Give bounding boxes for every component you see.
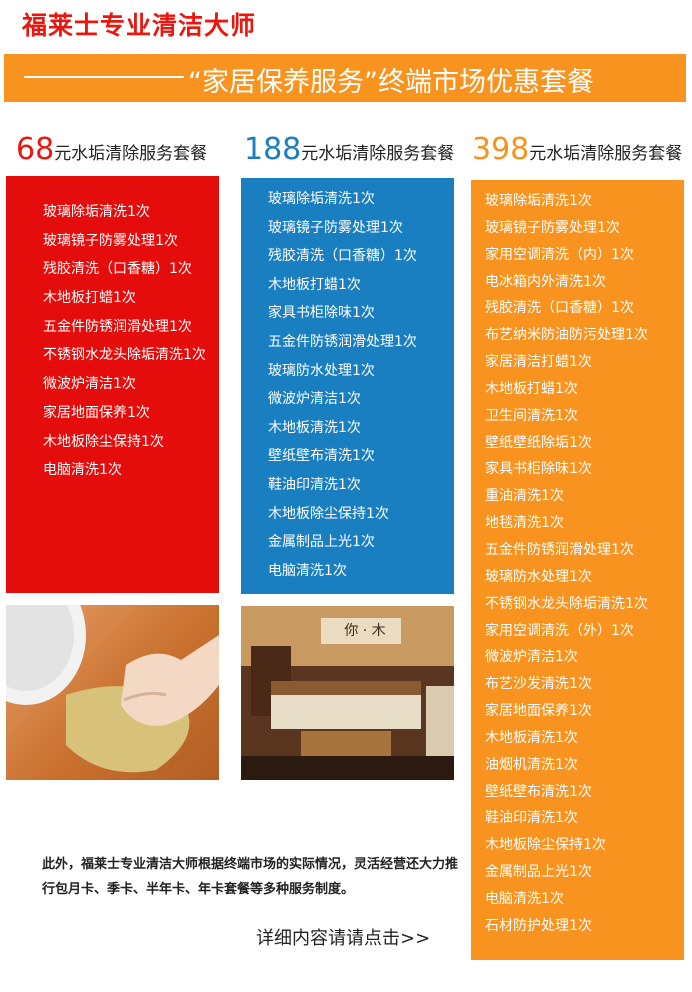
service-item: 木地板打蜡1次 bbox=[485, 380, 578, 397]
service-item: 木地板打蜡1次 bbox=[43, 290, 136, 307]
service-item: 壁纸壁布清洗1次 bbox=[485, 783, 592, 800]
service-item: 五金件防锈润滑处理1次 bbox=[268, 333, 417, 350]
service-item: 五金件防锈润滑处理1次 bbox=[43, 318, 192, 335]
banner-title: “家居保养服务”终端市场优惠套餐 bbox=[188, 67, 594, 98]
service-item: 玻璃镜子防雾处理1次 bbox=[485, 219, 620, 236]
package-price: 68 bbox=[16, 132, 55, 167]
brand-title: 福莱士专业清洁大师 bbox=[22, 11, 257, 40]
package-price: 398 bbox=[472, 132, 530, 167]
service-item: 电脑清洗1次 bbox=[485, 890, 564, 907]
service-item: 玻璃除垢清洗1次 bbox=[485, 193, 592, 209]
service-item: 壁纸壁布清洗1次 bbox=[268, 448, 375, 465]
service-item: 家用空调清洗（内）1次 bbox=[485, 246, 634, 263]
package-188-list: 玻璃除垢清洗1次玻璃镜子防雾处理1次 残胶清洗（口香糖）1次 木地板打蜡1次 家具书柜… bbox=[241, 178, 454, 594]
service-item: 电脑清洗1次 bbox=[43, 462, 122, 479]
footer-note: 此外，福莱士专业清洁大师根据终端市场的实际情况，灵活经营还大力推行包月卡、季卡、… bbox=[42, 857, 459, 897]
service-item: 微波炉清洁1次 bbox=[268, 391, 361, 408]
service-item: 玻璃除垢清洗1次 bbox=[268, 191, 375, 207]
package-price: 188 bbox=[244, 132, 302, 167]
service-item: 家用空调清洗（外）1次 bbox=[485, 622, 634, 639]
service-item: 玻璃除垢清洗1次 bbox=[43, 204, 150, 220]
service-item: 鞋油印清洗1次 bbox=[268, 476, 361, 493]
package-label: 元水垢清除服务套餐 bbox=[529, 144, 683, 164]
service-item: 残胶清洗（口香糖）1次 bbox=[43, 261, 192, 278]
service-item: 家具书柜除味1次 bbox=[485, 461, 592, 478]
service-item: 不锈钢水龙头除垢清洗1次 bbox=[43, 347, 206, 364]
service-item: 石材防护处理1次 bbox=[485, 917, 592, 934]
service-item: 重油清洗1次 bbox=[485, 488, 564, 505]
package-68-list: 玻璃除垢清洗1次玻璃镜子防雾处理1次 残胶清洗（口香糖）1次 木地板打蜡1次五金件防… bbox=[6, 176, 219, 593]
service-item: 布艺纳米防油防污处理1次 bbox=[485, 327, 648, 344]
service-item: 玻璃防水处理1次 bbox=[268, 362, 375, 379]
service-item: 残胶清洗（口香糖）1次 bbox=[485, 300, 634, 317]
service-item: 木地板除尘保持1次 bbox=[43, 433, 164, 450]
service-item: 残胶清洗（口香糖）1次 bbox=[268, 248, 417, 265]
package-188-heading: 188元水垢清除服务套餐 bbox=[244, 132, 454, 167]
service-item: 木地板除尘保持1次 bbox=[485, 837, 606, 854]
package-label: 元水垢清除服务套餐 bbox=[54, 144, 208, 164]
header-banner: “家居保养服务”终端市场优惠套餐 bbox=[4, 54, 686, 102]
service-item: 油烟机清洗1次 bbox=[485, 756, 578, 773]
service-item: 家居地面保养1次 bbox=[485, 703, 592, 720]
service-item: 不锈钢水龙头除垢清洗1次 bbox=[485, 595, 648, 612]
service-item: 家居清洁打蜡1次 bbox=[485, 354, 592, 371]
service-item: 木地板打蜡1次 bbox=[268, 276, 361, 293]
service-item: 木地板清洗1次 bbox=[485, 729, 578, 746]
service-item: 电冰箱内外清洗1次 bbox=[485, 273, 606, 290]
wall-sign-text: 你 · 木 bbox=[344, 623, 386, 639]
service-item: 金属制品上光1次 bbox=[268, 534, 375, 551]
service-item: 五金件防锈润滑处理1次 bbox=[485, 541, 634, 558]
service-item: 木地板清洗1次 bbox=[268, 419, 361, 436]
cleaning-hand-photo bbox=[6, 605, 219, 780]
service-item: 鞋油印清洗1次 bbox=[485, 810, 578, 827]
service-item: 布艺沙发清洗1次 bbox=[485, 676, 592, 693]
service-item: 地毯清洗1次 bbox=[485, 515, 564, 532]
package-68-heading: 68元水垢清除服务套餐 bbox=[16, 132, 207, 167]
service-item: 木地板除尘保持1次 bbox=[268, 505, 389, 522]
service-item: 电脑清洗1次 bbox=[268, 562, 347, 579]
living-room-photo: 你 · 木 bbox=[241, 606, 454, 780]
service-item: 家居地面保养1次 bbox=[43, 404, 150, 421]
package-398-list: 玻璃除垢清洗1次玻璃镜子防雾处理1次 家用空调清洗（内）1次 电冰箱内外清洗1次残胶… bbox=[471, 180, 684, 960]
service-item: 微波炉清洁1次 bbox=[43, 376, 136, 393]
service-item: 玻璃镜子防雾处理1次 bbox=[43, 232, 178, 249]
service-item: 卫生间清洗1次 bbox=[485, 407, 578, 424]
service-item: 玻璃防水处理1次 bbox=[485, 568, 592, 585]
service-item: 金属制品上光1次 bbox=[485, 864, 592, 881]
service-item: 玻璃镜子防雾处理1次 bbox=[268, 219, 403, 236]
package-label: 元水垢清除服务套餐 bbox=[301, 144, 455, 164]
banner-divider-line bbox=[24, 76, 184, 78]
service-item: 壁纸壁纸除垢1次 bbox=[485, 434, 592, 451]
more-details-link[interactable]: 详细内容请请点击>> bbox=[256, 924, 430, 950]
service-item: 家具书柜除味1次 bbox=[268, 305, 375, 322]
service-item: 微波炉清洁1次 bbox=[485, 649, 578, 666]
package-398-heading: 398元水垢清除服务套餐 bbox=[472, 132, 682, 167]
